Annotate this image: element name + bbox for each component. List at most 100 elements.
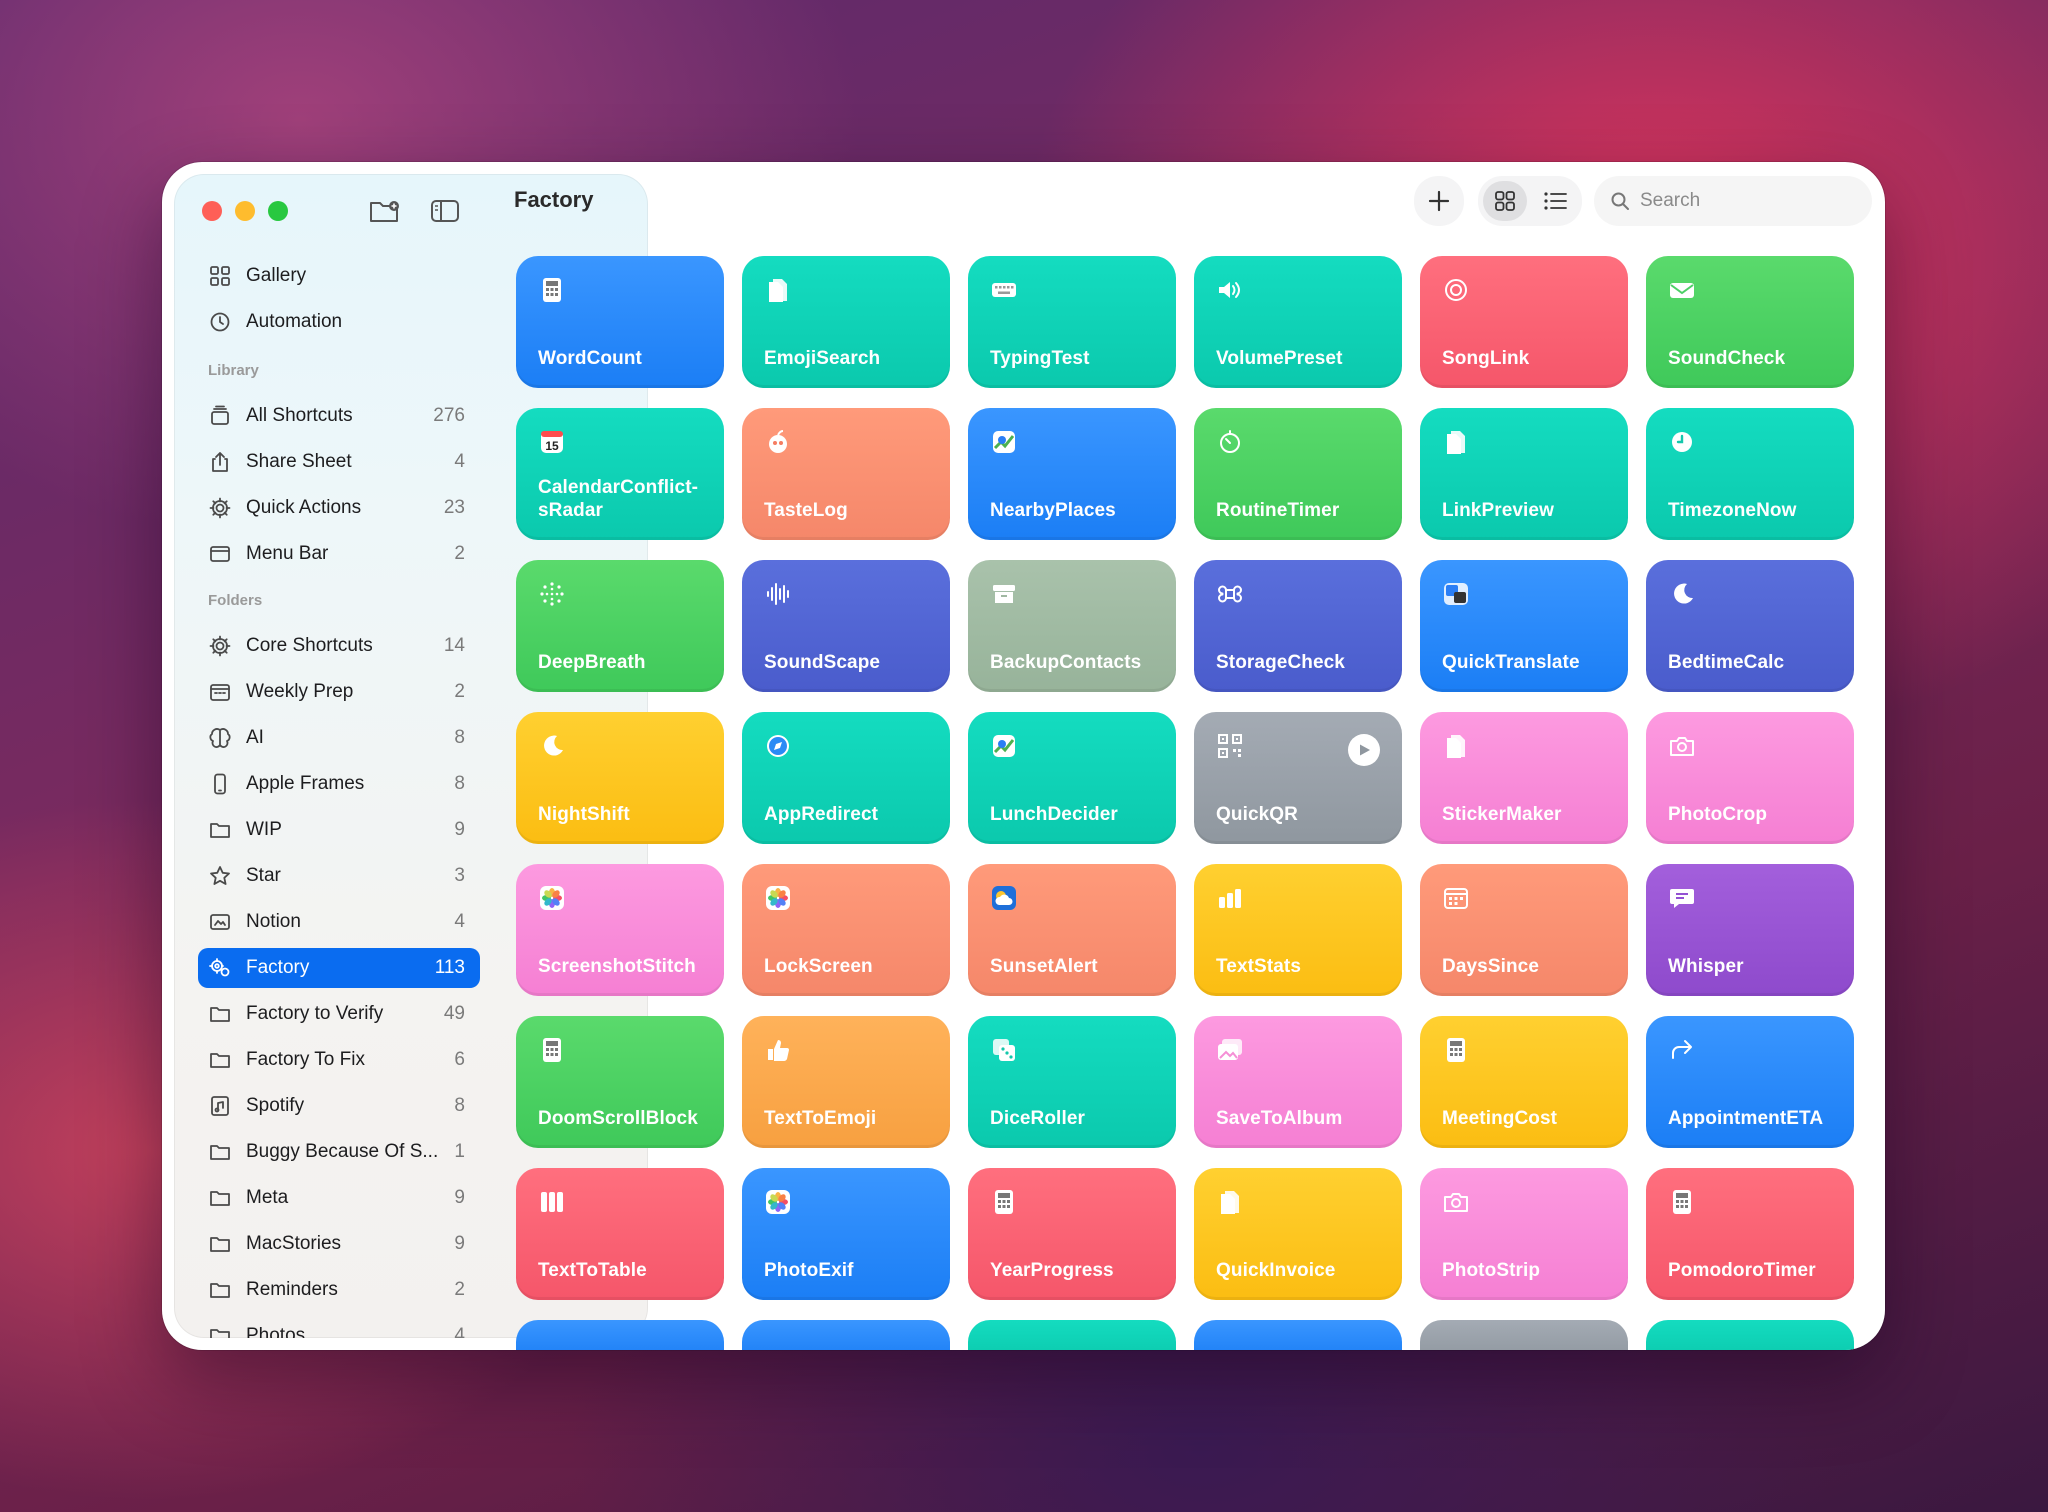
toggle-sidebar-button[interactable] bbox=[428, 196, 462, 226]
shortcut-tile[interactable]: SoundCheck bbox=[1646, 256, 1854, 388]
shortcut-tile[interactable]: LunchDecider bbox=[968, 712, 1176, 844]
shortcut-tile[interactable]: LinkPreview bbox=[1420, 408, 1628, 540]
shortcut-tile[interactable]: DeepBreath bbox=[516, 560, 724, 692]
shortcut-tile[interactable]: 15 CalendarConflict-sRadar bbox=[516, 408, 724, 540]
sidebar-item-gallery[interactable]: Gallery bbox=[198, 256, 480, 296]
shortcut-tile[interactable]: DiceRoller bbox=[968, 1016, 1176, 1148]
shortcut-tile[interactable]: PhotoExif bbox=[742, 1168, 950, 1300]
envelope-icon bbox=[1668, 276, 1696, 304]
shortcut-tile[interactable]: AppRedirect bbox=[742, 712, 950, 844]
new-folder-button[interactable] bbox=[368, 196, 402, 226]
shortcut-tile[interactable]: WordCount bbox=[516, 256, 724, 388]
shortcut-tile[interactable]: SongLink bbox=[1420, 256, 1628, 388]
search-field[interactable]: Search bbox=[1594, 176, 1872, 226]
list-view-button[interactable] bbox=[1533, 181, 1577, 221]
shortcut-tile[interactable]: NightShift bbox=[516, 712, 724, 844]
sidebar-item-photos[interactable]: Photos 4 bbox=[198, 1316, 480, 1338]
shortcut-name: LunchDecider bbox=[990, 804, 1118, 825]
shortcut-tile[interactable]: LockScreen bbox=[742, 864, 950, 996]
run-shortcut-button[interactable] bbox=[1348, 734, 1380, 766]
shortcut-tile[interactable]: EmojiSearch bbox=[742, 256, 950, 388]
sidebar-item-buggy-because-of-s[interactable]: Buggy Because Of S... 1 bbox=[198, 1132, 480, 1172]
shortcut-tile[interactable]: TextToTable bbox=[516, 1168, 724, 1300]
shortcut-tile[interactable]: NearbyPlaces bbox=[968, 408, 1176, 540]
sidebar-item-meta[interactable]: Meta 9 bbox=[198, 1178, 480, 1218]
zoom-window-button[interactable] bbox=[268, 201, 288, 221]
shortcut-tile[interactable]: TextStats bbox=[1194, 864, 1402, 996]
search-icon bbox=[1611, 192, 1629, 210]
minimize-window-button[interactable] bbox=[235, 201, 255, 221]
shortcut-tile[interactable]: VolumePreset bbox=[1194, 256, 1402, 388]
grid-view-button[interactable] bbox=[1483, 181, 1527, 221]
sidebar-item-count: 9 bbox=[454, 819, 465, 840]
shortcut-tile[interactable]: PhotoCrop bbox=[1646, 712, 1854, 844]
shortcut-tile[interactable] bbox=[1194, 1320, 1402, 1350]
shortcut-tile[interactable]: TypingTest bbox=[968, 256, 1176, 388]
sidebar-item-notion[interactable]: Notion 4 bbox=[198, 902, 480, 942]
shortcut-tile[interactable]: AppointmentETA bbox=[1646, 1016, 1854, 1148]
shortcut-tile[interactable]: YearProgress bbox=[968, 1168, 1176, 1300]
sidebar-item-quick-actions[interactable]: Quick Actions 23 bbox=[198, 488, 480, 528]
shortcut-name: PhotoExif bbox=[764, 1260, 854, 1281]
sidebar-item-wip[interactable]: WIP 9 bbox=[198, 810, 480, 850]
translate-icon bbox=[1442, 580, 1470, 608]
sidebar-item-share-sheet[interactable]: Share Sheet 4 bbox=[198, 442, 480, 482]
shortcut-tile[interactable]: TasteLog bbox=[742, 408, 950, 540]
sidebar-item-macstories[interactable]: MacStories 9 bbox=[198, 1224, 480, 1264]
shortcut-tile[interactable]: StorageCheck bbox=[1194, 560, 1402, 692]
shortcut-tile[interactable]: TimezoneNow bbox=[1646, 408, 1854, 540]
sidebar-item-count: 8 bbox=[454, 727, 465, 748]
music-icon bbox=[208, 1094, 232, 1118]
sidebar-item-apple-frames[interactable]: Apple Frames 8 bbox=[198, 764, 480, 804]
add-shortcut-button[interactable] bbox=[1414, 176, 1464, 226]
sidebar-item-menu-bar[interactable]: Menu Bar 2 bbox=[198, 534, 480, 574]
sidebar-item-all-shortcuts[interactable]: All Shortcuts 276 bbox=[198, 396, 480, 436]
shortcut-tile[interactable]: StickerMaker bbox=[1420, 712, 1628, 844]
shortcut-tile[interactable] bbox=[1646, 1320, 1854, 1350]
sidebar-item-factory[interactable]: Factory 113 bbox=[198, 948, 480, 988]
shortcut-tile[interactable]: SaveToAlbum bbox=[1194, 1016, 1402, 1148]
shortcut-tile[interactable] bbox=[968, 1320, 1176, 1350]
shortcut-tile[interactable]: SoundScape bbox=[742, 560, 950, 692]
shortcut-name: NearbyPlaces bbox=[990, 500, 1116, 521]
window-controls bbox=[202, 201, 288, 221]
sidebar-item-star[interactable]: Star 3 bbox=[198, 856, 480, 896]
shortcut-tile[interactable] bbox=[1420, 1320, 1628, 1350]
shortcut-tile[interactable]: RoutineTimer bbox=[1194, 408, 1402, 540]
sidebar-item-count: 1 bbox=[454, 1141, 465, 1162]
shortcut-name: SunsetAlert bbox=[990, 956, 1098, 977]
shortcut-tile[interactable]: BedtimeCalc bbox=[1646, 560, 1854, 692]
photos-icon bbox=[538, 884, 566, 912]
sidebar-item-automation[interactable]: Automation bbox=[198, 302, 480, 342]
shortcut-tile[interactable]: DoomScrollBlock bbox=[516, 1016, 724, 1148]
maps-icon bbox=[990, 428, 1018, 456]
shortcut-tile[interactable]: TextToEmoji bbox=[742, 1016, 950, 1148]
shortcut-tile[interactable]: QuickInvoice bbox=[1194, 1168, 1402, 1300]
shortcut-tile[interactable]: DaysSince bbox=[1420, 864, 1628, 996]
shortcut-tile[interactable] bbox=[742, 1320, 950, 1350]
sidebar-item-reminders[interactable]: Reminders 2 bbox=[198, 1270, 480, 1310]
folder-icon bbox=[208, 1002, 232, 1026]
shortcut-tile[interactable]: ScreenshotStitch bbox=[516, 864, 724, 996]
close-window-button[interactable] bbox=[202, 201, 222, 221]
shortcut-name: AppointmentETA bbox=[1668, 1108, 1824, 1129]
sidebar-item-factory-to-verify[interactable]: Factory to Verify 49 bbox=[198, 994, 480, 1034]
shortcut-tile[interactable]: PomodoroTimer bbox=[1646, 1168, 1854, 1300]
sidebar-item-spotify[interactable]: Spotify 8 bbox=[198, 1086, 480, 1126]
sidebar-item-core-shortcuts[interactable]: Core Shortcuts 14 bbox=[198, 626, 480, 666]
shortcut-tile[interactable]: Whisper bbox=[1646, 864, 1854, 996]
qrcode-icon bbox=[1216, 732, 1244, 760]
calendar-icon bbox=[208, 680, 232, 704]
shortcut-tile[interactable]: QuickTranslate bbox=[1420, 560, 1628, 692]
shortcut-name: Whisper bbox=[1668, 956, 1744, 977]
shortcut-tile[interactable]: SunsetAlert bbox=[968, 864, 1176, 996]
shortcut-tile[interactable]: PhotoStrip bbox=[1420, 1168, 1628, 1300]
sidebar-item-ai[interactable]: AI 8 bbox=[198, 718, 480, 758]
shortcut-tile[interactable]: QuickQR bbox=[1194, 712, 1402, 844]
shortcut-tile[interactable] bbox=[516, 1320, 724, 1350]
shortcut-tile[interactable]: BackupContacts bbox=[968, 560, 1176, 692]
sidebar-item-factory-to-fix[interactable]: Factory To Fix 6 bbox=[198, 1040, 480, 1080]
shortcut-name: CalendarConflict-sRadar bbox=[538, 477, 699, 521]
sidebar-item-weekly-prep[interactable]: Weekly Prep 2 bbox=[198, 672, 480, 712]
shortcut-tile[interactable]: MeetingCost bbox=[1420, 1016, 1628, 1148]
